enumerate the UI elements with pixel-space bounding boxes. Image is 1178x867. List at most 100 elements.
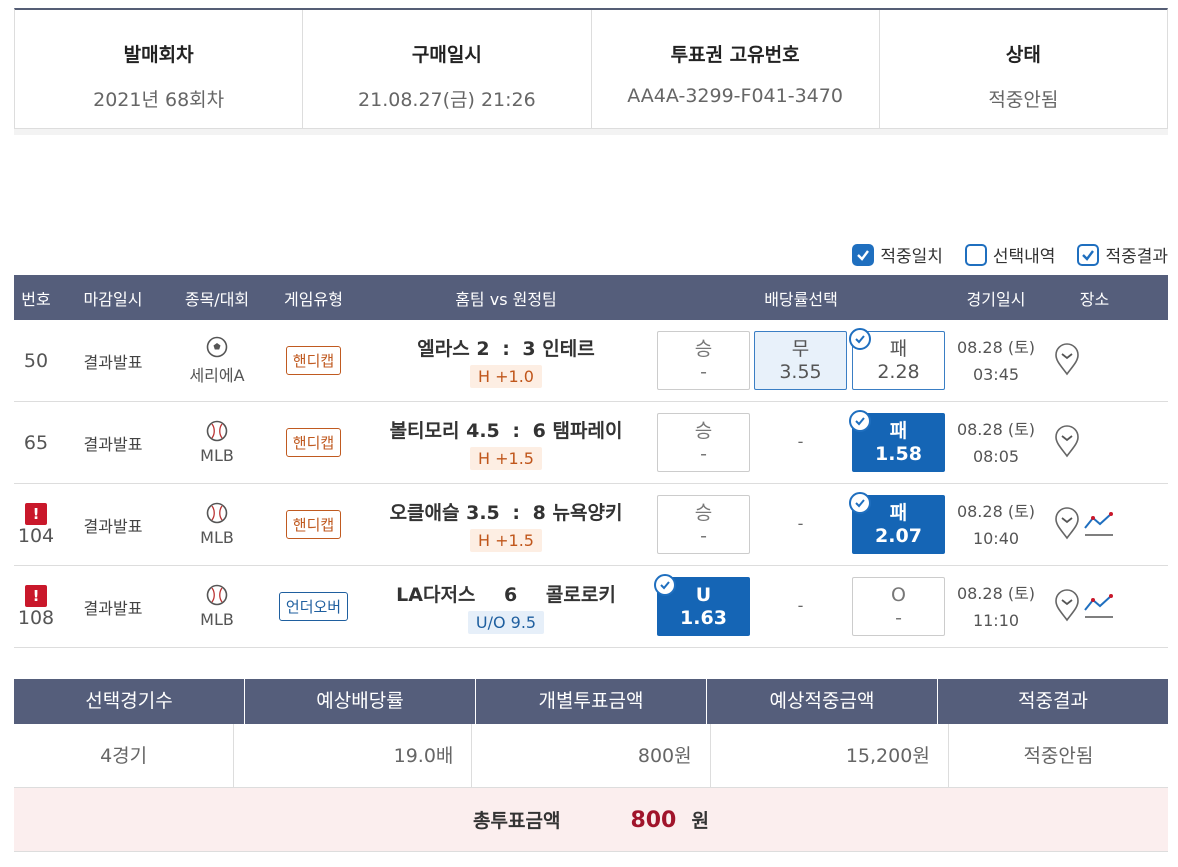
ticket-info-table: 발매회차 2021년 68회차 구매일시 21.08.27(금) 21:26 투… — [14, 8, 1168, 129]
col-place: 장소 — [1079, 289, 1110, 309]
trend-chart-icon[interactable] — [1083, 508, 1115, 542]
odds-value: 2.28 — [877, 361, 920, 383]
home-team: LA다저스 — [396, 583, 476, 606]
status-cell: 상태 적중안됨 — [880, 10, 1167, 128]
match-teams: 볼티모리 4.5 : 6 탬파레이 — [361, 416, 651, 443]
checkbox-unchecked-icon[interactable] — [964, 243, 987, 266]
gametype-cell: 핸디캡 — [266, 510, 361, 539]
home-team: 볼티모리 — [389, 419, 460, 442]
sport-cell: MLB — [168, 502, 266, 547]
away-score: 6 — [532, 419, 546, 442]
total-unit: 원 — [691, 810, 709, 832]
odds-cell: U 1.63 - O - — [651, 566, 951, 647]
game-number-cell: ! 108 — [14, 584, 58, 629]
handicap-tag: H +1.0 — [470, 364, 542, 388]
location-pin-icon[interactable] — [1053, 506, 1081, 544]
location-pin-icon[interactable] — [1053, 342, 1081, 380]
soccer-ball-icon — [168, 336, 266, 362]
game-deadline: 결과발표 — [83, 352, 143, 372]
match-cell: LA다저스 6 콜로로키 U/O 9.5 — [361, 580, 651, 634]
odds-draw-empty: - — [797, 514, 804, 533]
gametype-cell: 핸디캡 — [266, 428, 361, 457]
summary-col-games: 선택경기수 — [14, 679, 245, 724]
warning-icon: ! — [25, 503, 47, 525]
game-time: 10:40 — [972, 528, 1020, 548]
purchase-label: 구매일시 — [411, 44, 482, 66]
odds-lose-button[interactable]: 패 1.58 — [849, 410, 945, 472]
result-check-icon — [654, 574, 676, 596]
game-date: 08.28 (토) — [956, 337, 1036, 357]
status-label: 상태 — [1005, 44, 1041, 66]
score-separator: : — [512, 501, 521, 524]
game-datetime: 08.28 (토) 03:45 — [951, 334, 1041, 388]
away-team: 탬파레이 — [552, 419, 623, 442]
purchase-cell: 구매일시 21.08.27(금) 21:26 — [303, 10, 592, 128]
filter-label: 적중결과 — [1105, 247, 1168, 267]
total-value: 800 — [630, 808, 677, 833]
location-pin-icon[interactable] — [1053, 588, 1081, 626]
gametype-cell: 언더오버 — [266, 592, 361, 621]
baseball-icon — [168, 584, 266, 610]
summary-expected: 15,200원 — [711, 724, 949, 787]
game-time: 03:45 — [972, 364, 1020, 384]
ticket-value: AA4A-3299-F041-3470 — [627, 85, 843, 107]
odds-under-button[interactable]: U 1.63 — [654, 574, 750, 636]
game-number: 65 — [23, 431, 49, 454]
round-value: 2021년 68회차 — [93, 89, 225, 111]
score-separator: : — [512, 419, 521, 442]
summary-col-expected: 예상적중금액 — [707, 679, 938, 724]
checkbox-checked-icon[interactable] — [1077, 243, 1100, 266]
odds-draw-button[interactable]: 무 3.55 — [754, 331, 847, 390]
col-deadline: 마감일시 — [83, 289, 143, 309]
match-cell: 오클애슬 3.5 : 8 뉴욕양키 H +1.5 — [361, 498, 651, 552]
odds-value: - — [895, 607, 902, 629]
odds-win-button[interactable]: 승 - — [657, 413, 750, 472]
underover-tag: U/O 9.5 — [467, 610, 545, 634]
handicap-badge: 핸디캡 — [285, 346, 342, 375]
purchase-value: 21.08.27(금) 21:26 — [358, 89, 536, 111]
games-header: 번호 마감일시 종목/대회 게임유형 홈팀 vs 원정팀 배당률선택 경기일시 … — [14, 275, 1168, 320]
odds-win-button[interactable]: 승 - — [657, 495, 750, 554]
odds-lose-button[interactable]: 패 2.07 — [849, 492, 945, 554]
gametype-cell: 핸디캡 — [266, 346, 361, 375]
odds-value: - — [700, 443, 707, 465]
col-odds: 배당률선택 — [764, 289, 838, 309]
filter-selection[interactable]: 선택내역 — [964, 242, 1056, 267]
game-row: 65 결과발표 MLB 핸디캡 볼티모리 4.5 : 6 탬파레이 H +1.5… — [14, 402, 1168, 484]
match-cell: 볼티모리 4.5 : 6 탬파레이 H +1.5 — [361, 416, 651, 470]
odds-value: 1.58 — [875, 443, 922, 465]
handicap-tag: H +1.5 — [470, 446, 542, 470]
away-team: 뉴욕양키 — [552, 501, 623, 524]
odds-lose-button[interactable]: 패 2.28 — [849, 328, 945, 390]
filter-hit-match[interactable]: 적중일치 — [852, 242, 943, 267]
trend-chart-icon[interactable] — [1083, 590, 1115, 624]
odds-win-button[interactable]: 승 - — [657, 331, 750, 390]
odds-cell: 승 - - 패 1.58 — [651, 402, 951, 483]
location-pin-icon[interactable] — [1053, 424, 1081, 462]
info-divider — [14, 129, 1168, 135]
league-name: MLB — [200, 610, 234, 629]
filter-hit-result[interactable]: 적중결과 — [1077, 242, 1168, 267]
place-cell — [1041, 342, 1168, 380]
result-check-icon — [849, 410, 871, 432]
game-row: ! 108 결과발표 MLB 언더오버 LA다저스 6 콜로로키 U/O 9.5… — [14, 566, 1168, 648]
home-team: 엘라스 — [417, 337, 470, 360]
summary-odds: 19.0배 — [234, 724, 473, 787]
odds-value: 2.07 — [875, 525, 922, 547]
game-deadline: 결과발표 — [83, 434, 143, 454]
checkbox-checked-icon[interactable] — [852, 243, 875, 266]
result-check-icon — [849, 328, 871, 350]
underover-badge: 언더오버 — [278, 592, 349, 621]
odds-label: 무 — [791, 338, 810, 360]
home-score: 4.5 — [466, 419, 500, 442]
sport-cell: MLB — [168, 584, 266, 629]
round-label: 발매회차 — [123, 44, 194, 66]
odds-over-button[interactable]: O - — [852, 577, 945, 636]
place-cell — [1041, 588, 1168, 626]
filter-label: 선택내역 — [992, 247, 1056, 267]
odds-value: - — [700, 361, 707, 383]
summary-header: 선택경기수 예상배당률 개별투표금액 예상적중금액 적중결과 — [14, 679, 1168, 724]
game-datetime: 08.28 (토) 08:05 — [951, 416, 1041, 470]
col-gametype: 게임유형 — [284, 289, 343, 309]
ticket-label: 투표권 고유번호 — [670, 44, 800, 66]
